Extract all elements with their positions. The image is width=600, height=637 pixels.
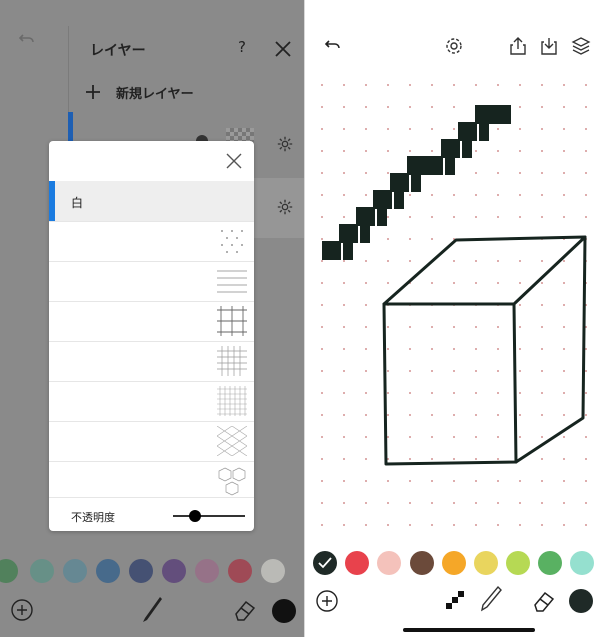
color-swatch[interactable] <box>261 559 285 583</box>
add-icon[interactable] <box>10 598 34 622</box>
dots-pattern-icon <box>221 230 243 253</box>
color-swatch[interactable] <box>410 551 434 575</box>
plus-icon <box>86 85 100 99</box>
home-indicator <box>403 628 535 632</box>
add-icon[interactable] <box>315 589 339 613</box>
background-label: 白 <box>71 196 84 210</box>
cube-drawing <box>382 235 587 466</box>
drawing-canvas-screen <box>304 0 600 637</box>
color-swatch[interactable] <box>129 559 153 583</box>
opacity-label: 不透明度 <box>71 511 115 524</box>
background-settings-gear-icon[interactable] <box>276 198 294 216</box>
background-option-hexagons[interactable] <box>49 461 254 502</box>
color-swatch[interactable] <box>506 551 530 575</box>
new-layer-button[interactable]: 新規レイヤー <box>84 80 194 104</box>
hexagon-pattern-icon <box>218 467 246 496</box>
small-grid-pattern-icon <box>217 346 247 376</box>
background-option-lines[interactable] <box>49 261 254 302</box>
undo-icon[interactable] <box>18 30 36 48</box>
opacity-slider-knob[interactable] <box>188 510 201 522</box>
color-palette <box>305 549 600 579</box>
background-option-dense-grid[interactable] <box>49 381 254 422</box>
background-option-dots[interactable] <box>49 221 254 262</box>
layers-icon[interactable] <box>571 36 591 56</box>
current-color-icon[interactable] <box>569 589 593 613</box>
color-swatch[interactable] <box>228 559 252 583</box>
color-swatch[interactable] <box>474 551 498 575</box>
eraser-icon[interactable] <box>232 598 258 622</box>
color-swatch[interactable] <box>345 551 369 575</box>
color-swatch[interactable] <box>0 559 18 583</box>
selected-indicator <box>49 181 55 221</box>
background-option-grid[interactable] <box>49 301 254 342</box>
color-swatch[interactable] <box>30 559 54 583</box>
background-picker-dialog: 白 不透明度 <box>49 141 254 531</box>
isometric-pattern-icon <box>217 426 247 456</box>
layers-title: レイヤー <box>90 43 146 59</box>
eraser-icon[interactable] <box>531 589 557 613</box>
active-layer-indicator <box>68 112 73 142</box>
opacity-slider-track[interactable] <box>173 515 245 517</box>
divider <box>49 497 254 498</box>
download-icon[interactable] <box>539 36 559 56</box>
pixel-staircase-stroke <box>322 105 511 260</box>
dense-grid-pattern-icon <box>217 386 247 416</box>
color-swatch[interactable] <box>442 551 466 575</box>
close-icon[interactable] <box>272 38 294 60</box>
color-swatch[interactable] <box>195 559 219 583</box>
color-swatch[interactable] <box>538 551 562 575</box>
current-color-icon[interactable] <box>272 599 296 623</box>
color-swatch-selected[interactable] <box>313 551 337 575</box>
lines-pattern-icon <box>217 270 247 293</box>
gear-icon[interactable] <box>444 36 464 56</box>
back-arrow-icon[interactable] <box>323 36 343 56</box>
background-option-isometric[interactable] <box>49 421 254 462</box>
background-option-small-grid[interactable] <box>49 341 254 382</box>
close-icon[interactable] <box>225 152 243 170</box>
color-swatch[interactable] <box>377 551 401 575</box>
help-button[interactable]: ? <box>238 38 246 56</box>
checkmark-icon <box>318 557 332 569</box>
left-color-palette <box>0 556 304 586</box>
color-swatch[interactable] <box>162 559 186 583</box>
pen-icon[interactable] <box>479 585 503 613</box>
grid-pattern-icon <box>217 306 247 336</box>
color-swatch[interactable] <box>570 551 594 575</box>
layer-settings-gear-icon[interactable] <box>276 135 294 153</box>
share-icon[interactable] <box>508 36 528 56</box>
pixel-brush-icon[interactable] <box>443 588 467 612</box>
canvas-drawing[interactable] <box>305 90 600 490</box>
color-swatch[interactable] <box>63 559 87 583</box>
pencil-icon[interactable] <box>140 594 166 624</box>
new-layer-label: 新規レイヤー <box>116 86 194 102</box>
color-swatch[interactable] <box>96 559 120 583</box>
